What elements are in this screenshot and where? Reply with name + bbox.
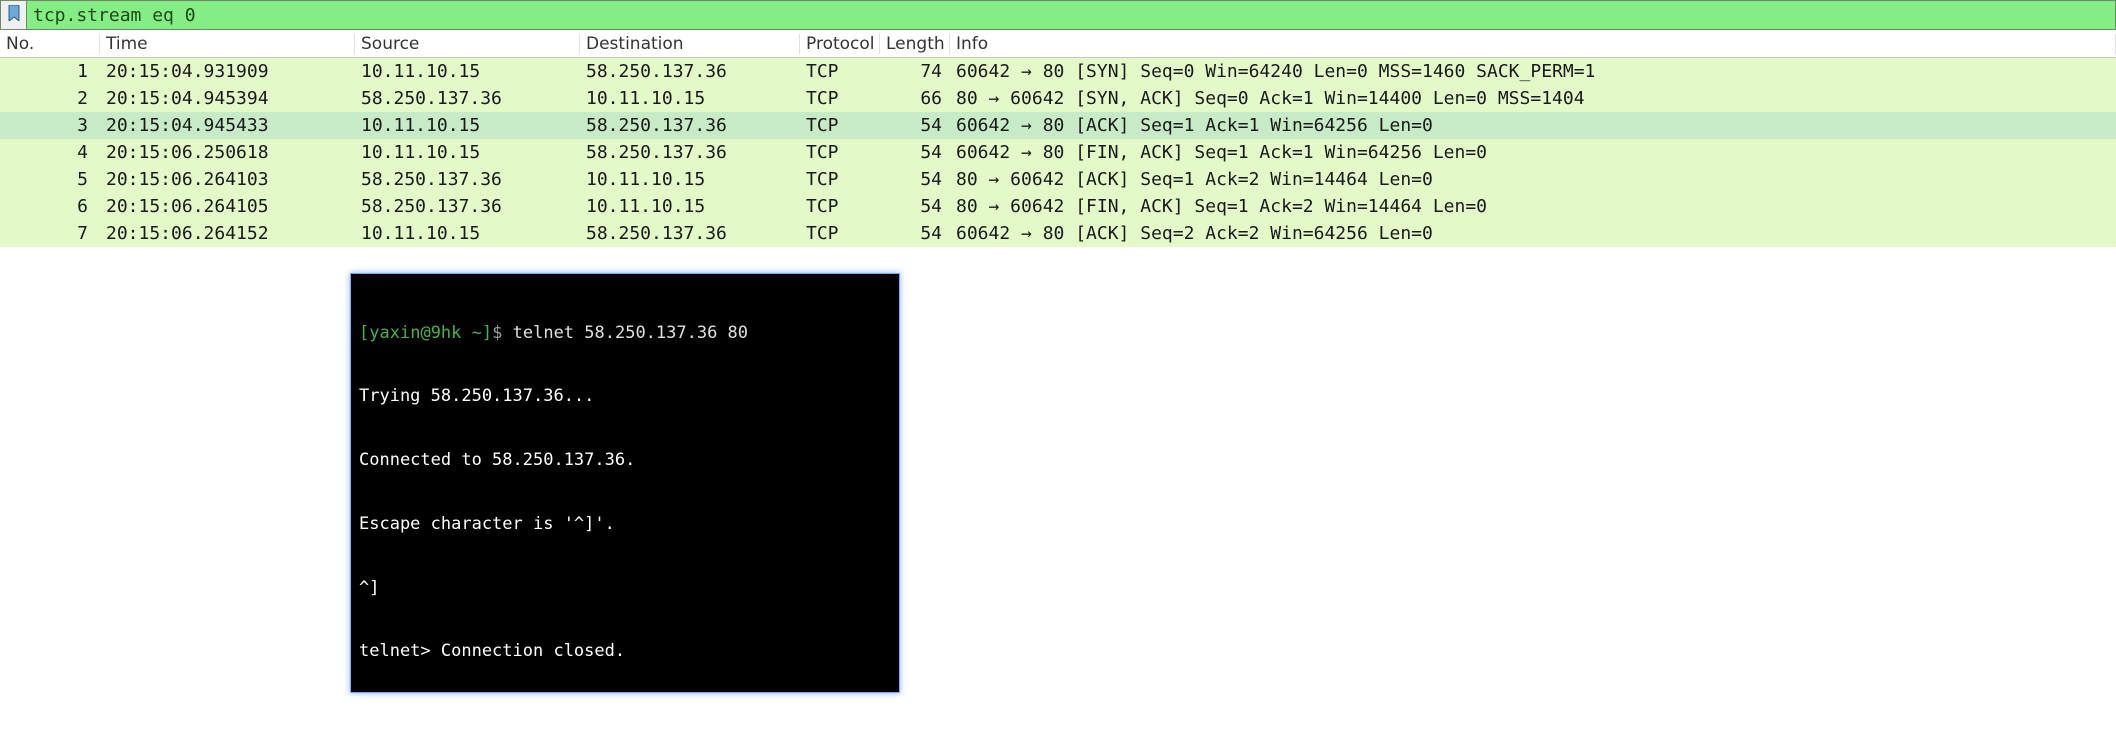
packet-row[interactable]: 120:15:04.93190910.11.10.1558.250.137.36…	[0, 58, 2116, 85]
cell-destination: 58.250.137.36	[580, 223, 800, 244]
terminal-output-line: Escape character is '^]'.	[359, 514, 891, 535]
column-header-protocol[interactable]: Protocol	[800, 34, 880, 54]
packet-row[interactable]: 220:15:04.94539458.250.137.3610.11.10.15…	[0, 85, 2116, 112]
cell-time: 20:15:04.931909	[100, 61, 355, 82]
cell-info: 60642 → 80 [FIN, ACK] Seq=1 Ack=1 Win=64…	[950, 142, 2116, 163]
cell-source: 58.250.137.36	[355, 196, 580, 217]
cell-protocol: TCP	[800, 169, 880, 190]
cell-source: 10.11.10.15	[355, 142, 580, 163]
prompt-open: [	[359, 323, 369, 343]
cell-info: 80 → 60642 [SYN, ACK] Seq=0 Ack=1 Win=14…	[950, 88, 2116, 109]
cell-time: 20:15:06.264103	[100, 169, 355, 190]
cell-source: 10.11.10.15	[355, 61, 580, 82]
cell-time: 20:15:04.945433	[100, 115, 355, 136]
cell-no: 3	[0, 115, 100, 136]
cell-length: 66	[880, 88, 950, 109]
column-header-source[interactable]: Source	[355, 34, 580, 54]
cell-destination: 58.250.137.36	[580, 61, 800, 82]
cell-destination: 58.250.137.36	[580, 115, 800, 136]
cell-destination: 58.250.137.36	[580, 142, 800, 163]
cell-protocol: TCP	[800, 223, 880, 244]
column-header-destination[interactable]: Destination	[580, 34, 800, 54]
bookmark-icon	[7, 5, 21, 26]
cell-source: 10.11.10.15	[355, 223, 580, 244]
cell-protocol: TCP	[800, 88, 880, 109]
packet-row[interactable]: 620:15:06.26410558.250.137.3610.11.10.15…	[0, 193, 2116, 220]
cell-no: 4	[0, 142, 100, 163]
prompt-host: 9hk	[431, 323, 462, 343]
cell-source: 58.250.137.36	[355, 169, 580, 190]
cell-no: 7	[0, 223, 100, 244]
cell-length: 54	[880, 142, 950, 163]
column-header-info[interactable]: Info	[950, 34, 2116, 54]
cell-length: 74	[880, 61, 950, 82]
prompt-path: ~	[461, 323, 481, 343]
prompt-close: ]	[482, 323, 492, 343]
cell-time: 20:15:06.264105	[100, 196, 355, 217]
cell-destination: 10.11.10.15	[580, 196, 800, 217]
prompt-at: @	[420, 323, 430, 343]
terminal-output-line: Trying 58.250.137.36...	[359, 386, 891, 407]
cell-time: 20:15:04.945394	[100, 88, 355, 109]
cell-info: 80 → 60642 [FIN, ACK] Seq=1 Ack=2 Win=14…	[950, 196, 2116, 217]
packet-row[interactable]: 420:15:06.25061810.11.10.1558.250.137.36…	[0, 139, 2116, 166]
terminal-command: telnet 58.250.137.36 80	[513, 323, 748, 343]
cell-protocol: TCP	[800, 196, 880, 217]
packet-row[interactable]: 520:15:06.26410358.250.137.3610.11.10.15…	[0, 166, 2116, 193]
packet-list[interactable]: 120:15:04.93190910.11.10.1558.250.137.36…	[0, 58, 2116, 247]
cell-length: 54	[880, 196, 950, 217]
prompt-user: yaxin	[369, 323, 420, 343]
column-header-no[interactable]: No.	[0, 34, 100, 54]
cell-no: 1	[0, 61, 100, 82]
cell-info: 60642 → 80 [ACK] Seq=1 Ack=1 Win=64256 L…	[950, 115, 2116, 136]
packet-list-header: No. Time Source Destination Protocol Len…	[0, 30, 2116, 58]
cell-no: 5	[0, 169, 100, 190]
cell-source: 10.11.10.15	[355, 115, 580, 136]
cell-protocol: TCP	[800, 142, 880, 163]
cell-info: 60642 → 80 [ACK] Seq=2 Ack=2 Win=64256 L…	[950, 223, 2116, 244]
cell-protocol: TCP	[800, 61, 880, 82]
cell-source: 58.250.137.36	[355, 88, 580, 109]
cell-protocol: TCP	[800, 115, 880, 136]
column-header-time[interactable]: Time	[100, 34, 355, 54]
terminal-output-line: telnet> Connection closed.	[359, 641, 891, 662]
cell-length: 54	[880, 115, 950, 136]
cell-time: 20:15:06.250618	[100, 142, 355, 163]
prompt-dollar: $	[492, 323, 512, 343]
cell-length: 54	[880, 169, 950, 190]
packet-row[interactable]: 320:15:04.94543310.11.10.1558.250.137.36…	[0, 112, 2116, 139]
terminal-window: [yaxin@9hk ~]$ telnet 58.250.137.36 80 T…	[350, 273, 900, 693]
display-filter-input[interactable]	[27, 1, 2115, 29]
cell-time: 20:15:06.264152	[100, 223, 355, 244]
terminal-output-line: Connected to 58.250.137.36.	[359, 450, 891, 471]
cell-info: 80 → 60642 [ACK] Seq=1 Ack=2 Win=14464 L…	[950, 169, 2116, 190]
column-header-length[interactable]: Length	[880, 34, 950, 54]
terminal-prompt-line: [yaxin@9hk ~]$ telnet 58.250.137.36 80	[359, 323, 891, 344]
cell-no: 6	[0, 196, 100, 217]
display-filter-bar	[0, 0, 2116, 30]
cell-info: 60642 → 80 [SYN] Seq=0 Win=64240 Len=0 M…	[950, 61, 2116, 82]
terminal-output-line: ^]	[359, 578, 891, 599]
cell-destination: 10.11.10.15	[580, 169, 800, 190]
cell-length: 54	[880, 223, 950, 244]
packet-row[interactable]: 720:15:06.26415210.11.10.1558.250.137.36…	[0, 220, 2116, 247]
cell-no: 2	[0, 88, 100, 109]
cell-destination: 10.11.10.15	[580, 88, 800, 109]
filter-bookmark-button[interactable]	[1, 1, 27, 29]
